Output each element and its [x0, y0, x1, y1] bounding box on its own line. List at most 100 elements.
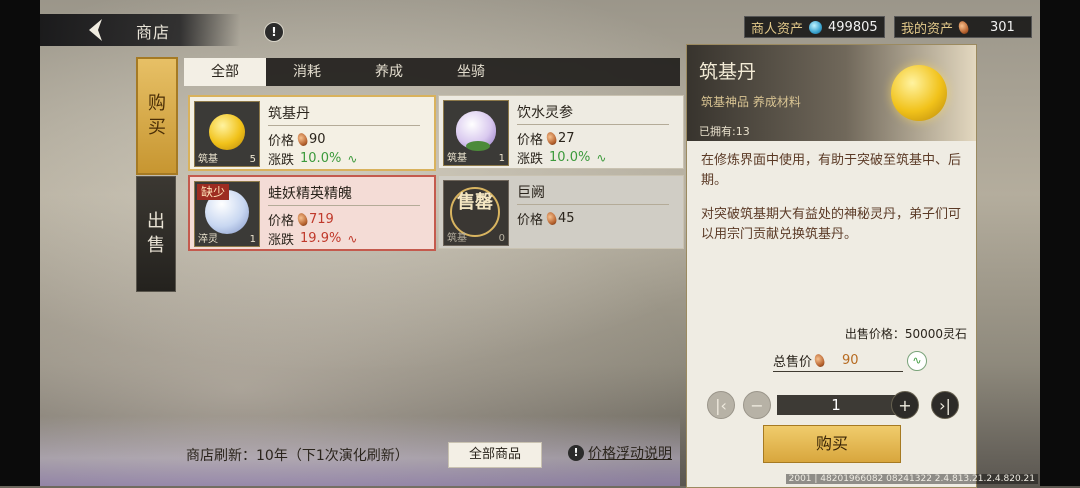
item-name: 蛙妖精英精魄	[268, 183, 420, 206]
price-label: 价格	[517, 213, 544, 228]
price-help-label: 价格浮动说明	[588, 446, 672, 462]
tab-consumable[interactable]: 消耗	[266, 58, 348, 86]
trend-up-icon: ∿	[347, 151, 358, 166]
quantity-decrease-button[interactable]: −	[743, 391, 771, 419]
trend-up-icon: ∿	[347, 231, 358, 246]
item-realm-label: 筑基	[198, 154, 218, 165]
spirit-stone-icon	[545, 130, 558, 147]
shop-refresh-text: 商店刷新：10年（下1次演化刷新）	[186, 448, 409, 464]
quantity-stepper: |‹ − 1 + ›|	[707, 391, 963, 419]
item-change-row: 涨跌 19.9% ∿	[268, 229, 357, 248]
back-arrow-icon	[89, 19, 102, 41]
item-card-jujue-sword[interactable]: 售罄 筑基 0 巨阙 价格 45	[438, 175, 684, 249]
item-thumbnail: 售罄 筑基 0	[443, 180, 509, 246]
category-tabs: 全部 消耗 养成 坐骑	[184, 58, 680, 86]
golden-pill-icon	[891, 65, 947, 121]
merchant-assets-label: 商人资产	[751, 21, 804, 37]
quantity-value[interactable]: 1	[777, 395, 895, 415]
version-string: 2001 | 48201966082 08241322 2.4.813.21.2…	[785, 474, 1038, 484]
item-count: 1	[498, 153, 505, 164]
merchant-assets-value: 499805	[828, 19, 878, 35]
item-card-frog-demon-essence[interactable]: 缺少 淬灵 1 蛙妖精英精魄 价格 719 涨跌 19.9% ∿	[188, 175, 436, 251]
item-realm-label: 筑基	[447, 153, 467, 164]
help-icon: !	[568, 445, 584, 461]
item-change-row: 涨跌 10.0% ∿	[517, 148, 606, 167]
tab-sell-char-2: 售	[147, 235, 165, 256]
page-title: 商店	[136, 23, 171, 42]
item-count: 1	[249, 234, 256, 245]
left-letterbox	[0, 0, 40, 486]
quantity-min-button[interactable]: |‹	[707, 391, 735, 419]
tab-sell[interactable]: 出 售	[136, 176, 176, 292]
item-change: 10.0%	[300, 151, 342, 166]
detail-item-tags: 筑基神品 养成材料	[701, 95, 801, 109]
item-change: 19.9%	[300, 231, 342, 246]
merchant-assets-display: 商人资产 499805	[744, 16, 885, 38]
my-assets-display: 我的资产 301	[894, 16, 1032, 38]
change-label: 涨跌	[268, 233, 295, 248]
item-change-row: 涨跌 10.0% ∿	[268, 149, 357, 168]
tab-buy-char-2: 买	[148, 117, 166, 138]
price-label: 价格	[268, 214, 295, 229]
price-trend-icon[interactable]: ∿	[907, 351, 927, 371]
quantity-increase-button[interactable]: +	[891, 391, 919, 419]
item-price: 90	[309, 132, 326, 147]
price-label: 价格	[268, 134, 295, 149]
detail-usage-text: 在修炼界面中使用，有助于突破至筑基中、后期。	[701, 153, 962, 188]
item-detail-panel: 筑基丹 筑基神品 养成材料 已拥有:13 在修炼界面中使用，有助于突破至筑基中、…	[686, 44, 977, 488]
item-price: 45	[558, 211, 575, 226]
tab-cultivation[interactable]: 养成	[348, 58, 430, 86]
tab-mount[interactable]: 坐骑	[430, 58, 512, 86]
total-price-value: 90	[842, 352, 859, 368]
golden-pill-icon	[209, 114, 245, 150]
sell-price-text: 出售价格：50000灵石	[844, 327, 967, 341]
spirit-stone-icon	[813, 352, 826, 368]
info-icon[interactable]: !	[264, 22, 284, 42]
item-price-row: 价格 45	[517, 209, 575, 228]
item-realm-label: 筑基	[447, 233, 467, 244]
item-price-row: 价格 27	[517, 129, 575, 148]
item-realm-label: 淬灵	[198, 234, 218, 245]
item-name: 巨阙	[517, 182, 669, 205]
ginseng-icon	[456, 111, 496, 151]
item-card-water-ginseng[interactable]: 筑基 1 饮水灵参 价格 27 涨跌 10.0% ∿	[438, 95, 684, 169]
item-price-row: 价格 719	[268, 210, 334, 229]
spirit-stone-icon	[957, 19, 970, 35]
total-price-box: 总售价 90	[773, 349, 903, 372]
shortage-badge: 缺少	[197, 184, 230, 200]
total-price-label: 总售价	[773, 354, 813, 370]
item-count: 5	[249, 154, 256, 165]
item-count: 0	[498, 233, 505, 244]
price-help-link[interactable]: ! 价格浮动说明	[568, 443, 672, 463]
buy-button[interactable]: 购买	[763, 425, 901, 463]
detail-owned-count: 已拥有:13	[699, 125, 750, 138]
item-thumbnail: 筑基 5	[194, 101, 260, 167]
item-thumbnail: 缺少 淬灵 1	[194, 181, 260, 247]
item-name: 饮水灵参	[517, 102, 669, 125]
item-price: 719	[309, 212, 334, 227]
change-label: 涨跌	[268, 153, 295, 168]
spirit-gem-icon	[809, 20, 823, 34]
tab-buy-char-1: 购	[148, 93, 166, 114]
all-items-button[interactable]: 全部商品	[448, 442, 542, 468]
back-button[interactable]	[82, 16, 110, 44]
price-label: 价格	[517, 133, 544, 148]
spirit-stone-icon	[545, 210, 558, 227]
tab-all[interactable]: 全部	[184, 58, 266, 86]
item-thumbnail: 筑基 1	[443, 100, 509, 166]
my-assets-label: 我的资产	[901, 21, 954, 37]
trend-up-icon: ∿	[596, 150, 607, 165]
spirit-stone-icon	[296, 211, 309, 228]
detail-lore-text: 对突破筑基期大有益处的神秘灵丹，弟子们可以用宗门贡献兑换筑基丹。	[701, 207, 962, 242]
item-card-foundation-pill[interactable]: 筑基 5 筑基丹 价格 90 涨跌 10.0% ∿	[188, 95, 436, 171]
tab-buy[interactable]: 购 买	[136, 57, 178, 175]
change-label: 涨跌	[517, 152, 544, 167]
tab-sell-char-1: 出	[147, 211, 165, 232]
right-letterbox	[1040, 0, 1080, 486]
item-name: 筑基丹	[268, 103, 420, 126]
quantity-max-button[interactable]: ›|	[931, 391, 959, 419]
my-assets-value: 301	[990, 19, 1015, 35]
spirit-stone-icon	[296, 131, 309, 148]
item-change: 10.0%	[549, 150, 591, 165]
item-price: 27	[558, 131, 575, 146]
